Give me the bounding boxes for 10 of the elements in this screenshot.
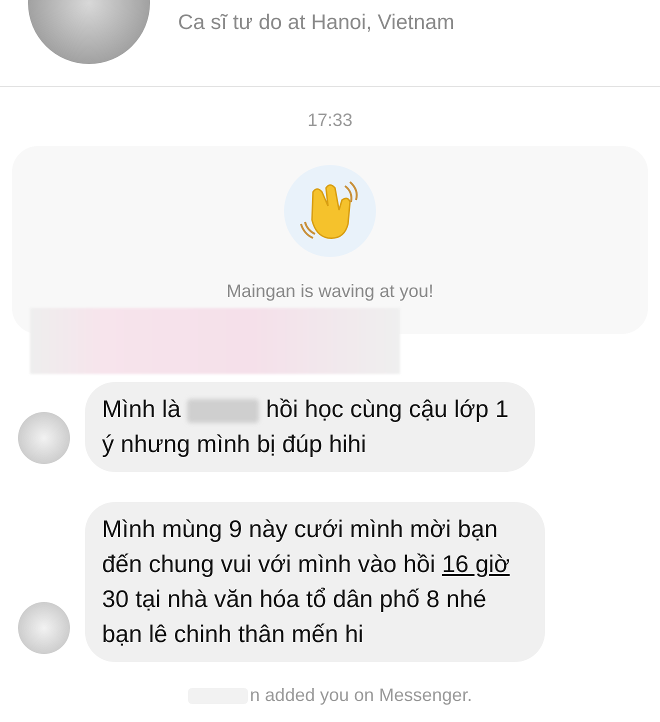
avatar bbox=[18, 602, 70, 654]
wave-message: Maingan is waving at you! bbox=[226, 280, 434, 303]
added-notice: n added you on Messenger. bbox=[250, 684, 472, 707]
waving-hand-icon bbox=[283, 164, 377, 258]
avatar bbox=[18, 412, 70, 464]
timestamp: 17:33 bbox=[307, 109, 353, 132]
message-text: Mình mùng 9 này cưới mình mời bạn đến chung vui với mình vào hồi 16 giờ 30 tại nhà văn hóa tổ dân phố 8 nhé bạn lê chinh thân mến hi bbox=[102, 515, 511, 650]
time-link[interactable]: 16 giờ bbox=[442, 551, 510, 578]
message-text: Mình là hồi học cùng cậu lớp 1 ý nhưng mình bị đúp hihi bbox=[102, 395, 510, 460]
profile-subtitle: Ca sĩ tư do at Hanoi, Vietnam bbox=[178, 10, 454, 36]
